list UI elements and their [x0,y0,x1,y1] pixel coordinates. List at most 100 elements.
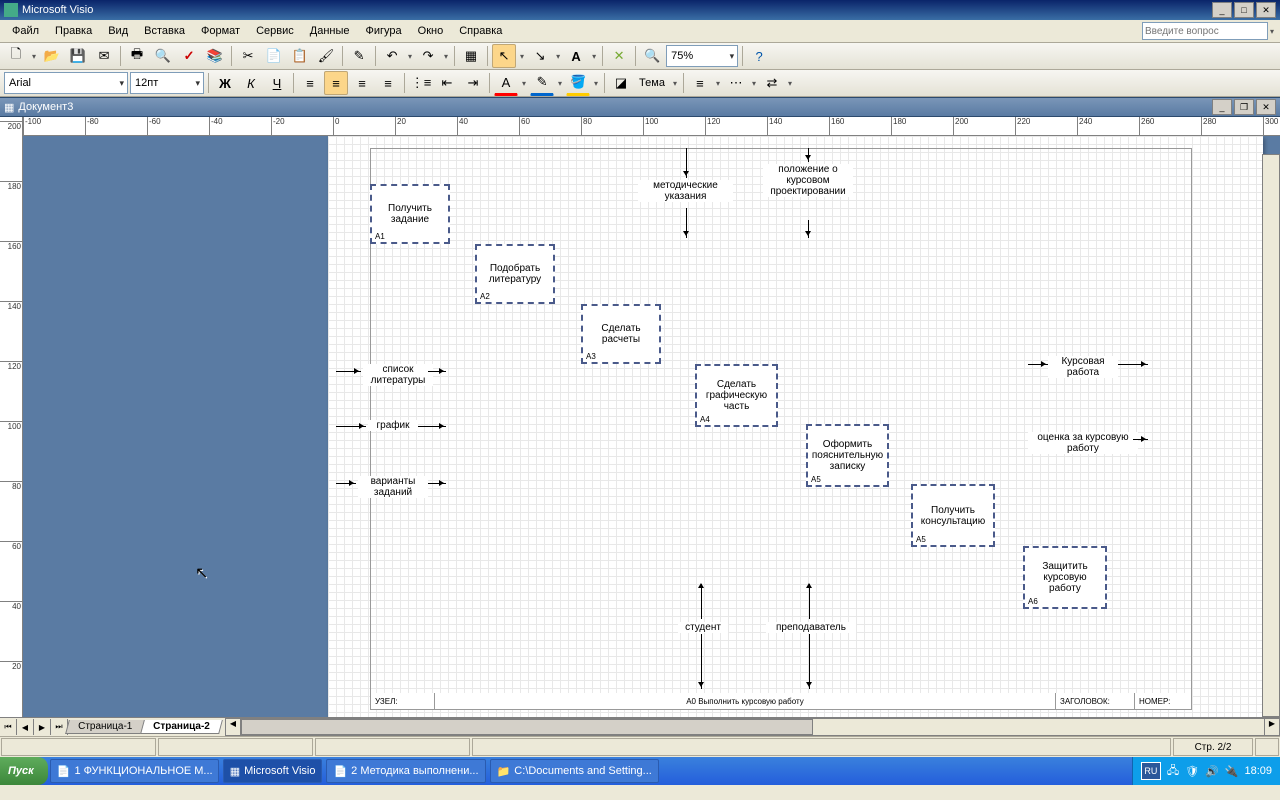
drawing-page[interactable]: методические указания положение о курсов… [328,136,1263,717]
spelling-button[interactable]: ✓ [177,44,201,68]
menu-tools[interactable]: Сервис [248,23,302,39]
tray-volume-icon[interactable]: 🔊 [1205,765,1219,778]
tab-nav-prev[interactable]: ◀ [17,719,34,735]
vertical-ruler[interactable]: 20018016014012010080604020 [0,117,23,717]
line-weight-button[interactable]: ≡ [688,71,712,95]
maximize-button[interactable]: □ [1234,2,1254,18]
taskbar-item-visio[interactable]: ▦Microsoft Visio [223,759,323,783]
underline-button[interactable]: Ч [265,71,289,95]
open-button[interactable]: 📂 [40,44,64,68]
arrow-student-line[interactable] [701,634,702,689]
label-literature-list[interactable]: список литературы [363,364,433,386]
cut-button[interactable]: ✂ [236,44,260,68]
line-ends-button[interactable]: ⇄ [760,71,784,95]
undo-button[interactable]: ↶ [380,44,404,68]
tab-page-1[interactable]: Страница-1 [65,720,145,734]
label-grade[interactable]: оценка за курсовую работу [1028,432,1138,454]
arrow-method-bottom[interactable] [686,208,687,238]
theme-dropdown[interactable]: ▾ [671,79,679,88]
tray-shield-icon[interactable]: 🛡 [1185,765,1199,778]
label-teacher[interactable]: преподаватель [766,622,856,633]
connection-point-button[interactable]: ✕ [607,44,631,68]
arrow-literature-in[interactable] [336,371,361,372]
arrow-coursework-in[interactable] [1028,364,1048,365]
font-name-select[interactable]: Arial [4,72,128,94]
label-regulation[interactable]: положение о курсовом проектировании [763,164,853,197]
mail-button[interactable]: ✉ [92,44,116,68]
undo-dropdown[interactable]: ▾ [406,52,414,61]
arrow-variants-in[interactable] [336,483,356,484]
tab-nav-first[interactable]: ⏮ [0,719,17,735]
font-color-button[interactable]: A [494,70,518,96]
arrow-student-up[interactable] [701,584,702,619]
text-tool-dropdown[interactable]: ▾ [590,52,598,61]
tray-usb-icon[interactable]: 🔌 [1225,765,1239,778]
horizontal-scrollbar[interactable]: ◀ ▶ [225,718,1280,736]
ink-button[interactable]: ✎ [347,44,371,68]
menu-insert[interactable]: Вставка [136,23,193,39]
menu-help[interactable]: Справка [451,23,510,39]
paste-button[interactable]: 📋 [288,44,312,68]
fill-color-dropdown[interactable]: ▾ [592,79,600,88]
scroll-right-icon[interactable]: ▶ [1264,719,1279,735]
arrow-schedule-out[interactable] [418,426,446,427]
decrease-indent-button[interactable]: ⇤ [435,71,459,95]
arrow-variants-out[interactable] [428,483,446,484]
block-a3[interactable]: Сделать расчетыA3 [581,304,661,364]
align-right-button[interactable]: ≡ [350,71,374,95]
vertical-scrollbar[interactable] [1262,154,1280,717]
block-a5b[interactable]: Получить консультациюA5 [911,484,995,547]
print-button[interactable]: 🖶 [125,44,149,68]
preview-button[interactable]: 🔍 [151,44,175,68]
label-coursework[interactable]: Курсовая работа [1048,356,1118,378]
increase-indent-button[interactable]: ⇥ [461,71,485,95]
menu-format[interactable]: Формат [193,23,248,39]
language-indicator[interactable]: RU [1141,762,1161,780]
bullets-button[interactable]: ⋮≡ [409,71,433,95]
menu-view[interactable]: Вид [100,23,136,39]
minimize-button[interactable]: _ [1212,2,1232,18]
scroll-thumb[interactable] [241,719,813,735]
label-task-variants[interactable]: варианты заданий [358,476,428,498]
taskbar-item-3[interactable]: 📄2 Методика выполнени... [326,759,485,783]
scroll-left-icon[interactable]: ◀ [226,719,241,735]
arrow-schedule-in[interactable] [336,426,366,427]
block-a1[interactable]: Получить заданиеA1 [370,184,450,244]
redo-button[interactable]: ↷ [416,44,440,68]
arrow-teacher-line[interactable] [809,634,810,689]
block-a6[interactable]: Защитить курсовую работуA6 [1023,546,1107,609]
text-tool-button[interactable]: A [564,44,588,68]
menu-data[interactable]: Данные [302,23,358,39]
label-schedule[interactable]: график [368,420,418,431]
arrow-method-top[interactable] [686,148,687,178]
arrow-coursework-out[interactable] [1118,364,1148,365]
line-ends-dropdown[interactable]: ▾ [786,79,794,88]
new-dropdown[interactable]: ▾ [30,52,38,61]
shadow-button[interactable]: ◪ [609,71,633,95]
label-student[interactable]: студент [678,622,728,633]
align-left-button[interactable]: ≡ [298,71,322,95]
zoom-in-button[interactable]: 🔍 [640,44,664,68]
line-weight-dropdown[interactable]: ▾ [714,79,722,88]
doc-minimize-button[interactable]: _ [1212,99,1232,115]
start-button[interactable]: Пуск [0,757,48,785]
connector-dropdown[interactable]: ▾ [554,52,562,61]
tab-page-2[interactable]: Страница-2 [140,720,222,734]
fill-color-button[interactable]: 🪣 [566,70,590,96]
taskbar-item-4[interactable]: 📁C:\Documents and Setting... [490,759,659,783]
redo-dropdown[interactable]: ▾ [442,52,450,61]
tab-nav-next[interactable]: ▶ [34,719,51,735]
help-button[interactable]: ? [747,44,771,68]
block-a2[interactable]: Подобрать литературуA2 [475,244,555,304]
menu-file[interactable]: Файл [4,23,47,39]
arrow-regulation-bottom[interactable] [808,220,809,238]
clock[interactable]: 18:09 [1244,765,1272,777]
line-pattern-button[interactable]: ⋯ [724,71,748,95]
arrow-teacher-up[interactable] [809,584,810,619]
copy-button[interactable]: 📄 [262,44,286,68]
shapes-window-button[interactable]: ▦ [459,44,483,68]
line-pattern-dropdown[interactable]: ▾ [750,79,758,88]
new-button[interactable]: 🗋 [4,44,28,68]
font-color-dropdown[interactable]: ▾ [520,79,528,88]
close-button[interactable]: ✕ [1256,2,1276,18]
